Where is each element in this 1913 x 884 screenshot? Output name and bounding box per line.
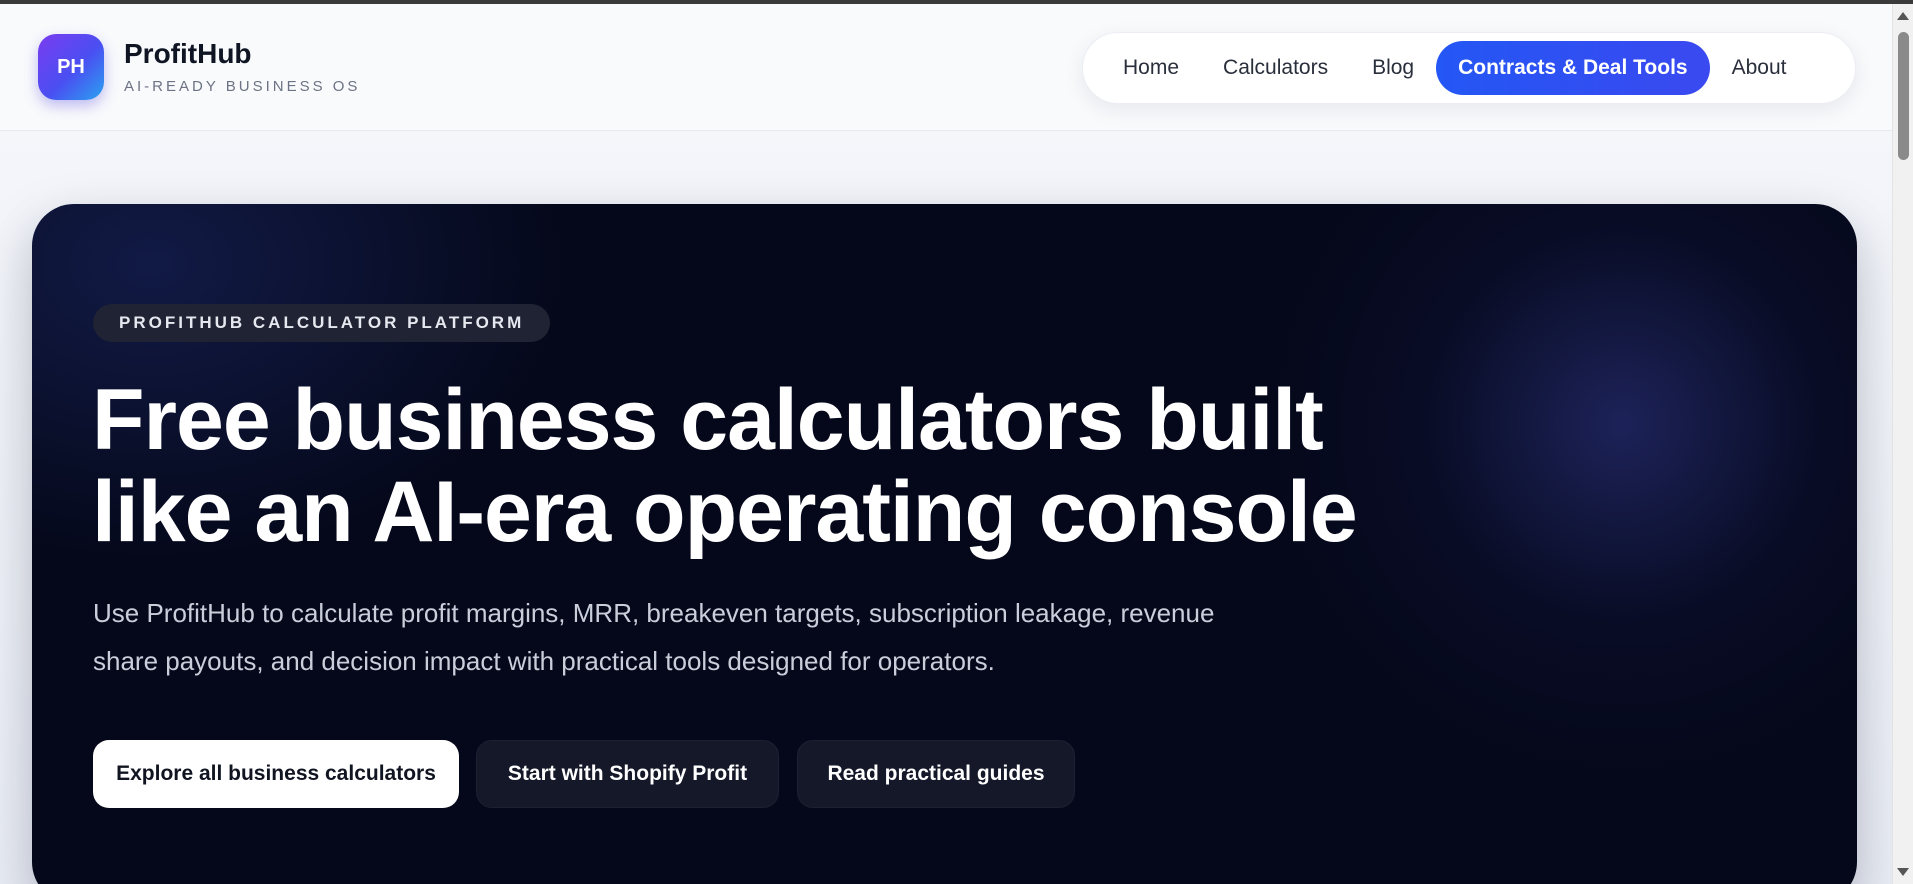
scroll-up-arrow-icon[interactable] (1897, 12, 1909, 20)
nav-item-home[interactable]: Home (1101, 41, 1201, 95)
scroll-down-arrow-icon[interactable] (1897, 868, 1909, 876)
hero-description-line-2: share payouts, and decision impact with … (93, 646, 995, 676)
brand-tagline: AI-READY BUSINESS OS (124, 77, 361, 95)
nav-item-calculators[interactable]: Calculators (1201, 41, 1350, 95)
brand-text: ProfitHub AI-READY BUSINESS OS (124, 38, 361, 95)
vertical-scrollbar[interactable] (1892, 4, 1913, 884)
hero-description: Use ProfitHub to calculate profit margin… (93, 589, 1263, 685)
nav-item-about[interactable]: About (1710, 41, 1809, 95)
read-guides-button[interactable]: Read practical guides (797, 740, 1075, 808)
shopify-profit-button[interactable]: Start with Shopify Profit (476, 740, 779, 808)
nav-item-blog[interactable]: Blog (1350, 41, 1436, 95)
brand-name[interactable]: ProfitHub (124, 38, 360, 70)
hero-title: Free business calculators built like an … (92, 374, 1392, 558)
hero-section: PROFITHUB CALCULATOR PLATFORM Free busin… (32, 204, 1857, 884)
hero-eyebrow-badge: PROFITHUB CALCULATOR PLATFORM (93, 304, 551, 342)
page: PH ProfitHub AI-READY BUSINESS OS Home C… (0, 4, 1892, 884)
hero-title-line-2: like an AI-era operating console (92, 464, 1358, 560)
nav-item-contracts-deal-tools[interactable]: Contracts & Deal Tools (1436, 41, 1710, 95)
scrollbar-thumb[interactable] (1898, 32, 1909, 160)
site-header: PH ProfitHub AI-READY BUSINESS OS Home C… (0, 4, 1892, 131)
brand[interactable]: PH ProfitHub AI-READY BUSINESS OS (38, 34, 360, 100)
logo-icon[interactable]: PH (38, 34, 104, 100)
main-nav: Home Calculators Blog Contracts & Deal T… (1082, 32, 1856, 104)
explore-calculators-button[interactable]: Explore all business calculators (93, 740, 459, 808)
hero-title-line-1: Free business calculators built (92, 372, 1324, 468)
hero-description-line-1: Use ProfitHub to calculate profit margin… (93, 598, 1215, 628)
